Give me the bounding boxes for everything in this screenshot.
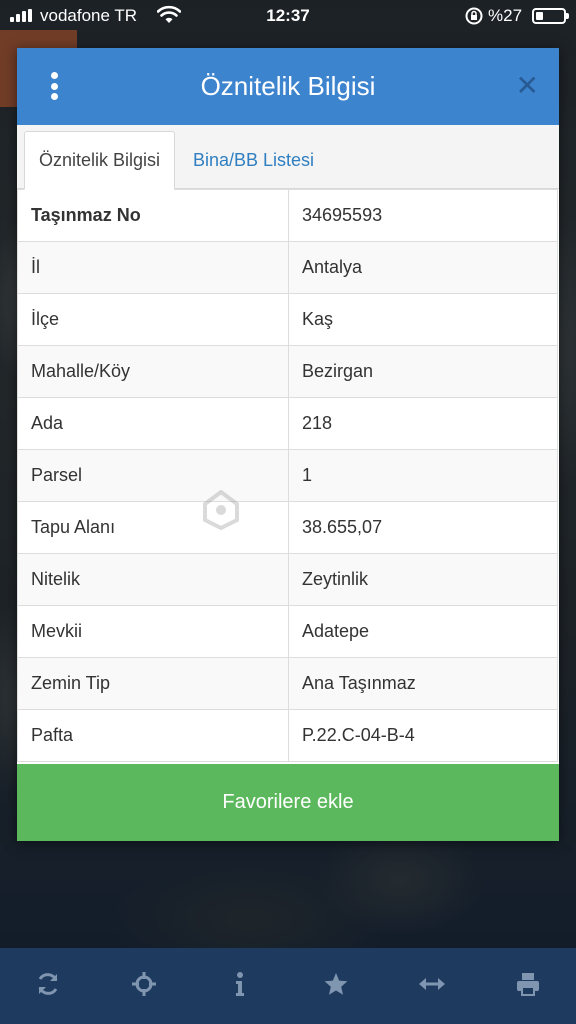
attribute-value: 218 — [288, 397, 558, 450]
attribute-key: Parsel — [17, 449, 289, 502]
more-options-icon[interactable] — [48, 72, 60, 100]
table-row: Zemin Tip Ana Taşınmaz — [17, 657, 558, 710]
attribute-value: 34695593 — [288, 189, 558, 242]
table-row: Pafta P.22.C-04-B-4 — [17, 709, 558, 762]
battery-percentage: %27 — [488, 6, 523, 25]
attribute-key: Taşınmaz No — [17, 189, 289, 242]
attribute-value: P.22.C-04-B-4 — [288, 709, 558, 762]
table-row: Mevkii Adatepe — [17, 605, 558, 658]
table-row: Ada 218 — [17, 397, 558, 450]
attribute-key: Mevkii — [17, 605, 289, 658]
attribute-value: Zeytinlik — [288, 553, 558, 606]
tab-attribute-info[interactable]: Öznitelik Bilgisi — [24, 131, 176, 190]
attribute-value: Adatepe — [288, 605, 558, 658]
table-row: İl Antalya — [17, 241, 558, 294]
attribute-value: Bezirgan — [288, 345, 558, 398]
bottom-toolbar — [0, 948, 576, 1024]
dialog-header: Öznitelik Bilgisi ✕ — [17, 48, 559, 125]
attribute-dialog: Öznitelik Bilgisi ✕ Öznitelik Bilgisi Bi… — [17, 48, 559, 841]
battery-level — [536, 12, 543, 20]
crosshair-icon[interactable] — [124, 964, 164, 1004]
attribute-table: Taşınmaz No 34695593 İl Antalya İlçe Kaş Mahal… — [17, 189, 558, 762]
attribute-key: Pafta — [17, 709, 289, 762]
table-row: Parsel 1 — [17, 449, 558, 502]
add-to-favorites-button[interactable]: Favorilere ekle — [17, 764, 559, 841]
attribute-key: Nitelik — [17, 553, 289, 606]
print-icon[interactable] — [508, 964, 548, 1004]
attribute-key: Mahalle/Köy — [17, 345, 289, 398]
rotation-lock-icon — [464, 6, 484, 31]
table-row: Taşınmaz No 34695593 — [17, 189, 558, 242]
attribute-value: 38.655,07 — [288, 501, 558, 554]
attribute-value: 1 — [288, 449, 558, 502]
table-row: Mahalle/Köy Bezirgan — [17, 345, 558, 398]
measure-icon[interactable] — [412, 964, 452, 1004]
table-row: Nitelik Zeytinlik — [17, 553, 558, 606]
table-row: Tapu Alanı 38.655,07 — [17, 501, 558, 554]
attribute-key: Ada — [17, 397, 289, 450]
table-row: İlçe Kaş — [17, 293, 558, 346]
attribute-value: Antalya — [288, 241, 558, 294]
status-bar: vodafone TR 12:37 %27 — [0, 0, 576, 32]
close-icon[interactable]: ✕ — [516, 72, 539, 100]
star-icon[interactable] — [316, 964, 356, 1004]
attribute-key: Zemin Tip — [17, 657, 289, 710]
tab-building-list[interactable]: Bina/BB Listesi — [179, 131, 328, 190]
attribute-value: Kaş — [288, 293, 558, 346]
attribute-key: İl — [17, 241, 289, 294]
attribute-key: Tapu Alanı — [17, 501, 289, 554]
tab-bar: Öznitelik Bilgisi Bina/BB Listesi — [17, 125, 559, 190]
battery-icon — [532, 8, 569, 24]
attribute-key: İlçe — [17, 293, 289, 346]
info-icon[interactable] — [220, 964, 260, 1004]
attribute-value: Ana Taşınmaz — [288, 657, 558, 710]
dialog-title: Öznitelik Bilgisi — [200, 71, 376, 101]
refresh-icon[interactable] — [28, 964, 68, 1004]
